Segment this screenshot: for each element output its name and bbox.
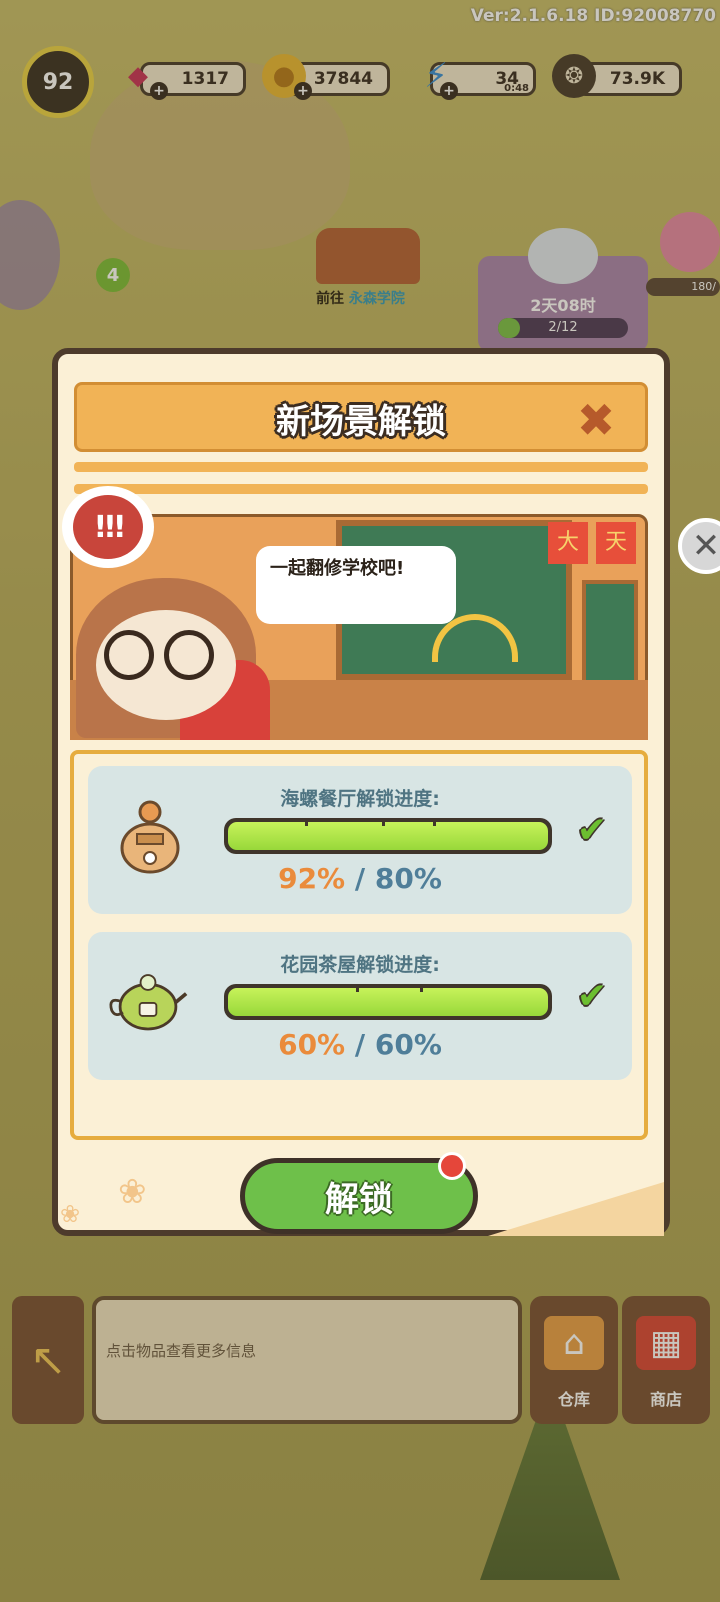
teahouse-progress-bar — [224, 984, 552, 1020]
required-percent: 80% — [374, 862, 442, 895]
poster: 大 — [548, 522, 588, 564]
restaurant-progress-text: 92% / 80% — [88, 862, 632, 895]
percent-separator: / — [345, 862, 375, 895]
teahouse-progress-text: 60% / 60% — [88, 1028, 632, 1061]
check-icon: ✔ — [576, 975, 608, 1017]
header-stripe — [74, 484, 648, 494]
poster: 天 — [596, 522, 636, 564]
paw-decoration-icon: ❀ — [60, 1200, 81, 1228]
exclamation-icon: !!! — [73, 495, 143, 559]
check-icon: ✔ — [576, 809, 608, 851]
restaurant-progress-bar — [224, 818, 552, 854]
teahouse-progress-fill — [228, 984, 548, 1016]
dialog-title: 新场景解锁 — [276, 402, 446, 442]
paw-decoration-icon: ❀ — [118, 1172, 147, 1212]
restaurant-progress-fill — [228, 818, 548, 850]
unlock-button-label: 解锁 — [325, 1179, 393, 1220]
glasses-icon — [164, 630, 214, 680]
current-percent: 92% — [278, 862, 346, 895]
current-percent: 60% — [278, 1028, 346, 1061]
close-icon[interactable]: ✖ — [568, 393, 624, 447]
header-stripe — [74, 462, 648, 472]
alert-badge: !!! — [62, 486, 154, 568]
speech-bubble: 一起翻修学校吧! — [256, 546, 456, 624]
percent-separator: / — [345, 1028, 375, 1061]
glasses-icon — [104, 630, 154, 680]
notification-dot — [438, 1152, 466, 1180]
required-percent: 60% — [374, 1028, 442, 1061]
chalkboard-image — [582, 580, 638, 690]
